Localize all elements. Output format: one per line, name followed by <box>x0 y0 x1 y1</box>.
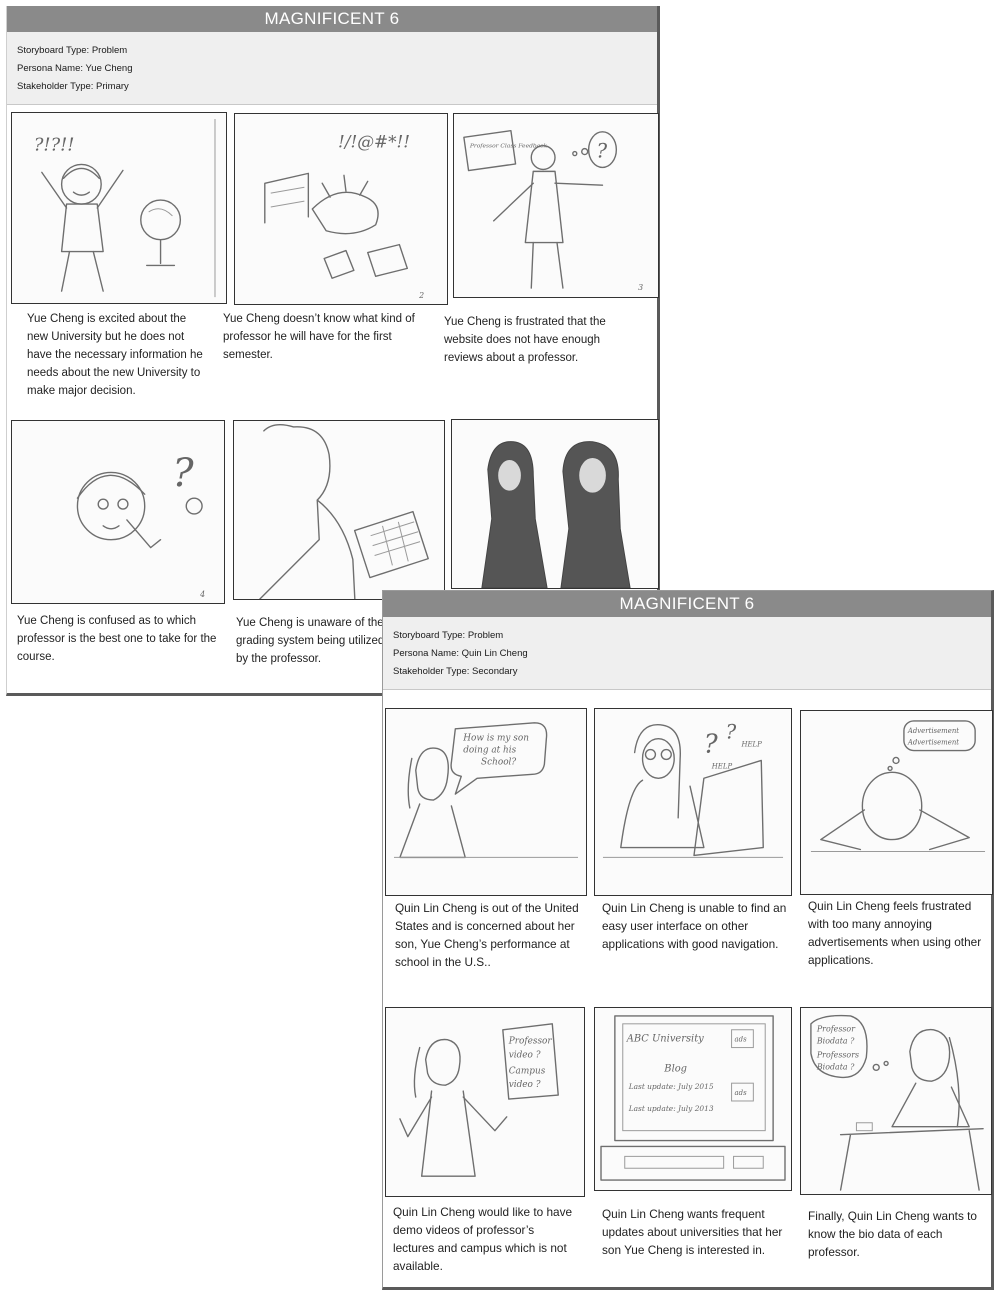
sketch-two-students <box>481 441 631 588</box>
storyboard-meta: Storyboard Type: Problem Persona Name: Q… <box>383 617 991 690</box>
thought-bubble-text: doing at his <box>463 746 516 756</box>
storyboard-sheet-quin-lin-cheng: MAGNIFICENT 6 Storyboard Type: Problem P… <box>382 590 994 1290</box>
sketch-mother-head-down: Advertisement Advertisement <box>810 720 986 852</box>
ads-box-text: ads <box>735 1089 748 1097</box>
panel-2-caption: Yue Cheng doesn’t know what kind of prof… <box>223 313 415 361</box>
storyboard-panel-6 <box>451 419 659 589</box>
panel-6-caption: Finally, Quin Lin Cheng wants to know th… <box>808 1209 977 1259</box>
screen-text: Last update: July 2013 <box>628 1104 714 1113</box>
sketch-frustrated-student: Professor Class Feedback ? 3 <box>463 129 643 292</box>
thought-bubble-text: How is my son <box>462 734 529 744</box>
sheet-title: MAGNIFICENT 6 <box>383 591 991 617</box>
sketch-excited-student: ?!?!! <box>34 118 216 298</box>
persona-name: Persona Name: Yue Cheng <box>17 63 133 74</box>
thought-bubble-text: video ? <box>509 1080 541 1090</box>
panel-number: 4 <box>199 590 205 599</box>
sketch-worried-mother: How is my son doing at his School? <box>393 722 579 859</box>
panel-5-caption: Quin Lin Cheng wants frequent updates ab… <box>602 1207 783 1257</box>
sketch-fallen-student: !/!@#*!! 2 <box>264 132 424 300</box>
stakeholder-type: Stakeholder Type: Secondary <box>393 666 518 677</box>
help-text: HELP <box>711 762 733 770</box>
storyboard-panel-2: ? ? HELP HELP <box>594 708 792 896</box>
panel-number: 3 <box>638 283 643 292</box>
sketch-exclaim-text: !/!@#*!! <box>338 132 410 152</box>
storyboard-panel-3: Professor Class Feedback ? 3 <box>453 113 659 298</box>
thought-bubble-text: Professors <box>816 1050 859 1059</box>
panel-5-caption: Yue Cheng is unaware of the grading syst… <box>236 617 385 665</box>
storyboard-panel-4: Professor video ? Campus video ? <box>385 1007 585 1197</box>
sketch-computer-monitor: ABC University Blog Last update: July 20… <box>600 1015 786 1181</box>
ad-bubble-text: Advertisement <box>907 727 959 735</box>
thought-bubble-text: video ? <box>509 1050 541 1060</box>
screen-text: Last update: July 2015 <box>628 1082 714 1091</box>
storyboard-panel-1: ?!?!! <box>11 112 227 304</box>
stakeholder-type: Stakeholder Type: Primary <box>17 81 129 92</box>
sketch-confused-student: ? 4 <box>76 450 205 599</box>
sketch-mother-laptop: ? ? HELP HELP <box>602 721 784 858</box>
panel-3-caption: Quin Lin Cheng feels frustrated with too… <box>808 899 982 967</box>
sketch-student-grading-sheet <box>259 424 429 599</box>
storyboard-type: Storyboard Type: Problem <box>393 630 504 641</box>
svg-text:?: ? <box>597 140 608 163</box>
storyboard-meta: Storyboard Type: Problem Persona Name: Y… <box>7 32 657 105</box>
storyboard-panel-5: ABC University Blog Last update: July 20… <box>594 1007 792 1191</box>
help-text: HELP <box>740 741 762 749</box>
panel-1-caption: Quin Lin Cheng is out of the United Stat… <box>395 901 579 969</box>
storyboard-panel-6: Professor Biodata ? Professors Biodata ? <box>800 1007 992 1195</box>
screen-text: Blog <box>663 1063 687 1074</box>
panel-1-caption: Yue Cheng is excited about the new Unive… <box>27 313 203 397</box>
storyboard-panel-5 <box>233 420 445 600</box>
svg-text:?: ? <box>704 730 718 760</box>
sketch-mother-thinking: Professor Biodata ? Professors Biodata ? <box>810 1014 984 1191</box>
sketch-mother-shrugging: Professor video ? Campus video ? <box>399 1023 559 1177</box>
storyboard-panel-2: !/!@#*!! 2 <box>234 113 448 305</box>
screen-text: ABC University <box>626 1034 704 1045</box>
panel-2-caption: Quin Lin Cheng is unable to find an easy… <box>602 901 787 951</box>
panel-number: 2 <box>418 291 424 300</box>
storyboard-panel-1: How is my son doing at his School? <box>385 708 587 896</box>
sheet-title: MAGNIFICENT 6 <box>7 6 657 32</box>
storyboard-panel-4: ? 4 <box>11 420 225 604</box>
thought-bubble-text: Campus <box>509 1066 546 1076</box>
panel-3-caption: Yue Cheng is frustrated that the website… <box>444 316 606 364</box>
thought-bubble-text: Professor <box>816 1025 856 1034</box>
svg-text:?: ? <box>172 450 194 496</box>
storyboard-panel-3: Advertisement Advertisement <box>800 710 993 895</box>
ad-bubble-text: Advertisement <box>907 739 959 747</box>
sketch-exclaim-text: ?!?!! <box>34 135 75 156</box>
storyboard-type: Storyboard Type: Problem <box>17 45 128 56</box>
thought-bubble-text: Biodata ? <box>816 1037 855 1046</box>
svg-text:?: ? <box>726 721 737 744</box>
thought-bubble-text: Biodata ? <box>816 1062 855 1071</box>
panel-4-caption: Quin Lin Cheng would like to have demo v… <box>393 1205 573 1273</box>
ads-box-text: ads <box>735 1036 748 1044</box>
thought-bubble-text: School? <box>481 757 516 767</box>
persona-name: Persona Name: Quin Lin Cheng <box>393 648 528 659</box>
thought-bubble-text: Professor <box>508 1037 553 1047</box>
panel-4-caption: Yue Cheng is confused as to which profes… <box>17 615 217 663</box>
